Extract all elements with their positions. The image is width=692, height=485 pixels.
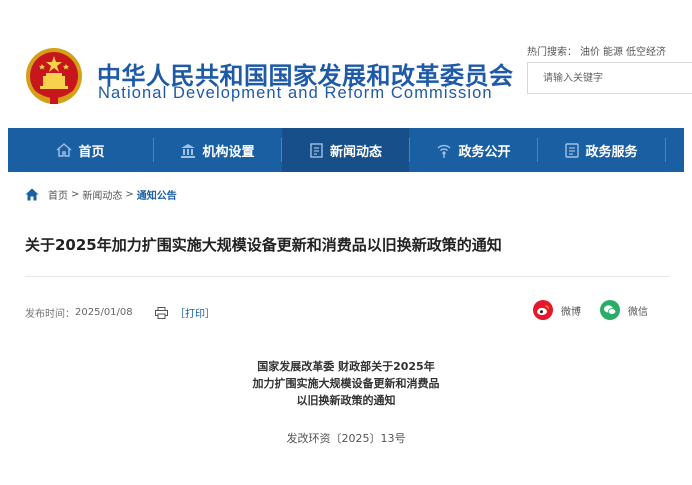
nav-divider <box>665 138 666 162</box>
share-weibo[interactable]: 微博 <box>533 300 581 320</box>
home-icon <box>56 143 72 157</box>
print-label: ［打印］ <box>175 309 215 320</box>
search-box <box>527 62 692 94</box>
national-emblem-logo[interactable] <box>24 46 84 108</box>
article-title: 关于2025年加力扩围实施大规模设备更新和消费品以旧换新政策的通知 <box>25 236 502 254</box>
breadcrumb-separator: > <box>125 188 134 200</box>
building-icon <box>180 143 196 158</box>
nav-item-label: 政务公开 <box>458 144 511 160</box>
publish-date: 2025/01/08 <box>75 307 133 318</box>
search-input[interactable] <box>528 63 692 93</box>
share-wechat[interactable]: 微信 <box>600 300 648 320</box>
title-divider <box>25 276 670 277</box>
printer-icon <box>155 306 168 319</box>
print-button[interactable]: ［打印］ <box>155 305 215 320</box>
nav-item-label: 新闻动态 <box>329 144 382 160</box>
home-icon[interactable] <box>25 188 39 201</box>
hot-search-item[interactable]: 能源 <box>603 47 623 58</box>
nav-item-home[interactable]: 首页 <box>8 128 153 172</box>
nav-item-label: 机构设置 <box>202 144 255 160</box>
breadcrumb-item-news[interactable]: 新闻动态 <box>82 187 122 202</box>
document-heading-line: 加力扩围实施大规模设备更新和消费品 <box>252 377 440 390</box>
nav-item-services[interactable]: 政务服务 <box>538 128 665 172</box>
document-heading-line: 国家发展改革委 财政部关于2025年 <box>257 360 435 373</box>
nav-item-label: 政务服务 <box>585 144 638 160</box>
breadcrumb-separator: > <box>71 188 80 200</box>
nav-item-news[interactable]: 新闻动态 <box>282 128 409 172</box>
breadcrumb-item-notices[interactable]: 通知公告 <box>137 187 177 202</box>
nav-item-public-affairs[interactable]: 政务公开 <box>410 128 537 172</box>
signal-icon <box>436 143 452 158</box>
nav-item-label: 首页 <box>78 144 105 160</box>
document-heading-line: 以旧换新政策的通知 <box>296 394 396 407</box>
share-weibo-label: 微博 <box>561 306 581 318</box>
site-title-en[interactable]: National Development and Reform Commissi… <box>98 84 493 103</box>
site-header: 中华人民共和国国家发展和改革委员会 National Development a… <box>0 0 692 128</box>
hot-search-item[interactable]: 低空经济 <box>626 47 666 58</box>
main-nav: 首页 机构设置 新闻动态 政务公开 政务服务 <box>8 128 684 172</box>
breadcrumb-item-home[interactable]: 首页 <box>48 187 68 202</box>
document-heading: 国家发展改革委 财政部关于2025年 加力扩围实施大规模设备更新和消费品 以旧换… <box>0 358 692 409</box>
share-wechat-label: 微信 <box>628 306 648 318</box>
service-icon <box>565 142 580 158</box>
document-number: 发改环资〔2025〕13号 <box>286 432 406 445</box>
weibo-icon <box>533 300 553 320</box>
wechat-icon <box>600 300 620 320</box>
hot-search-label: 热门搜索： <box>527 47 577 58</box>
nav-item-organization[interactable]: 机构设置 <box>154 128 281 172</box>
publish-info: 发布时间： 2025/01/08 <box>25 305 133 320</box>
breadcrumb: 首页 > 新闻动态 > 通知公告 <box>25 186 177 202</box>
hot-search: 热门搜索： 油价 能源 低空经济 <box>527 43 692 58</box>
news-icon <box>309 142 324 158</box>
publish-label: 发布时间： <box>25 309 75 320</box>
hot-search-item[interactable]: 油价 <box>580 47 600 58</box>
